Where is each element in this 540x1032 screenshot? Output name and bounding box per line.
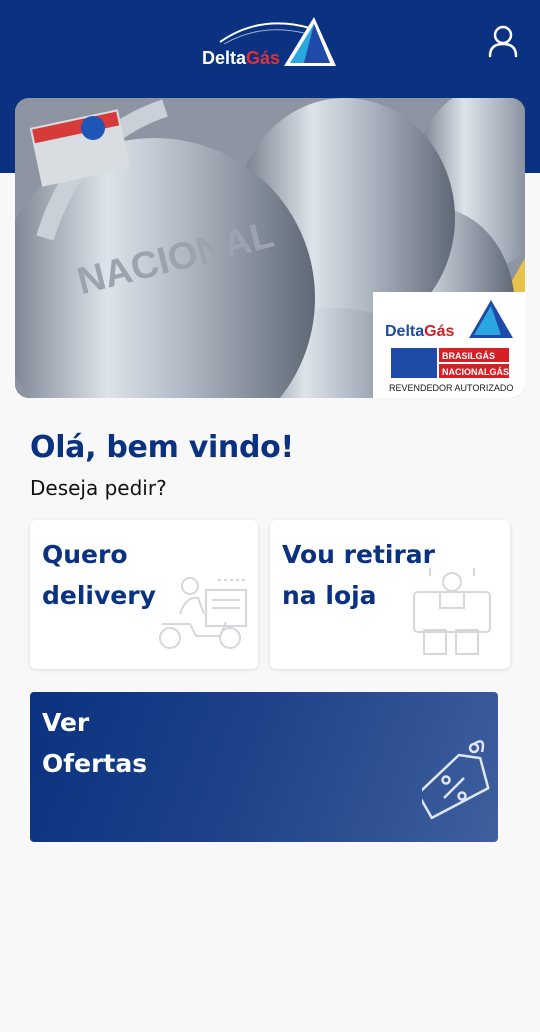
badge-nacionalgas: NACIONALGÁS: [442, 367, 509, 377]
authorized-dealer-badge: DeltaGás BRASILGÁS NACIONALGÁS REVENDEDO…: [373, 292, 525, 398]
badge-brasilgas: BRASILGÁS: [442, 351, 495, 361]
logo-text-delta: Delta: [202, 48, 247, 68]
delivery-card-title: Quero delivery: [42, 534, 156, 616]
offers-banner-button[interactable]: Ver Ofertas: [30, 692, 498, 842]
order-question: Deseja pedir?: [30, 476, 167, 500]
badge-text-delta: Delta: [385, 323, 424, 340]
badge-footer: REVENDEDOR AUTORIZADO: [389, 383, 513, 393]
store-pickup-icon: [413, 568, 491, 655]
offers-title: Ver Ofertas: [42, 702, 147, 784]
delivery-card[interactable]: Quero delivery: [30, 520, 258, 669]
badge-text-gas: Gás: [424, 323, 454, 340]
user-icon: [488, 25, 518, 58]
delivery-line-2: delivery: [42, 581, 156, 610]
svg-text:DeltaGás: DeltaGás: [385, 323, 454, 340]
offers-line-2: Ofertas: [42, 749, 148, 778]
store-pickup-card[interactable]: Vou retirar na loja: [270, 520, 510, 669]
delivery-scooter-icon: [159, 577, 247, 649]
deltagas-logo: DeltaGás: [200, 14, 340, 70]
dealer-logo: [391, 348, 437, 378]
discount-tag-icon: [422, 740, 490, 820]
logo-text-gas: Gás: [246, 48, 280, 68]
svg-text:DeltaGás: DeltaGás: [202, 48, 280, 68]
welcome-heading: Olá, bem vindo!: [30, 430, 294, 465]
profile-button[interactable]: [484, 22, 522, 60]
delivery-line-1: Quero: [42, 540, 128, 569]
offers-line-1: Ver: [42, 708, 90, 737]
hero-banner: NACIONAL DeltaGás BRASILGÁS NACIONALGÁS …: [15, 98, 525, 398]
